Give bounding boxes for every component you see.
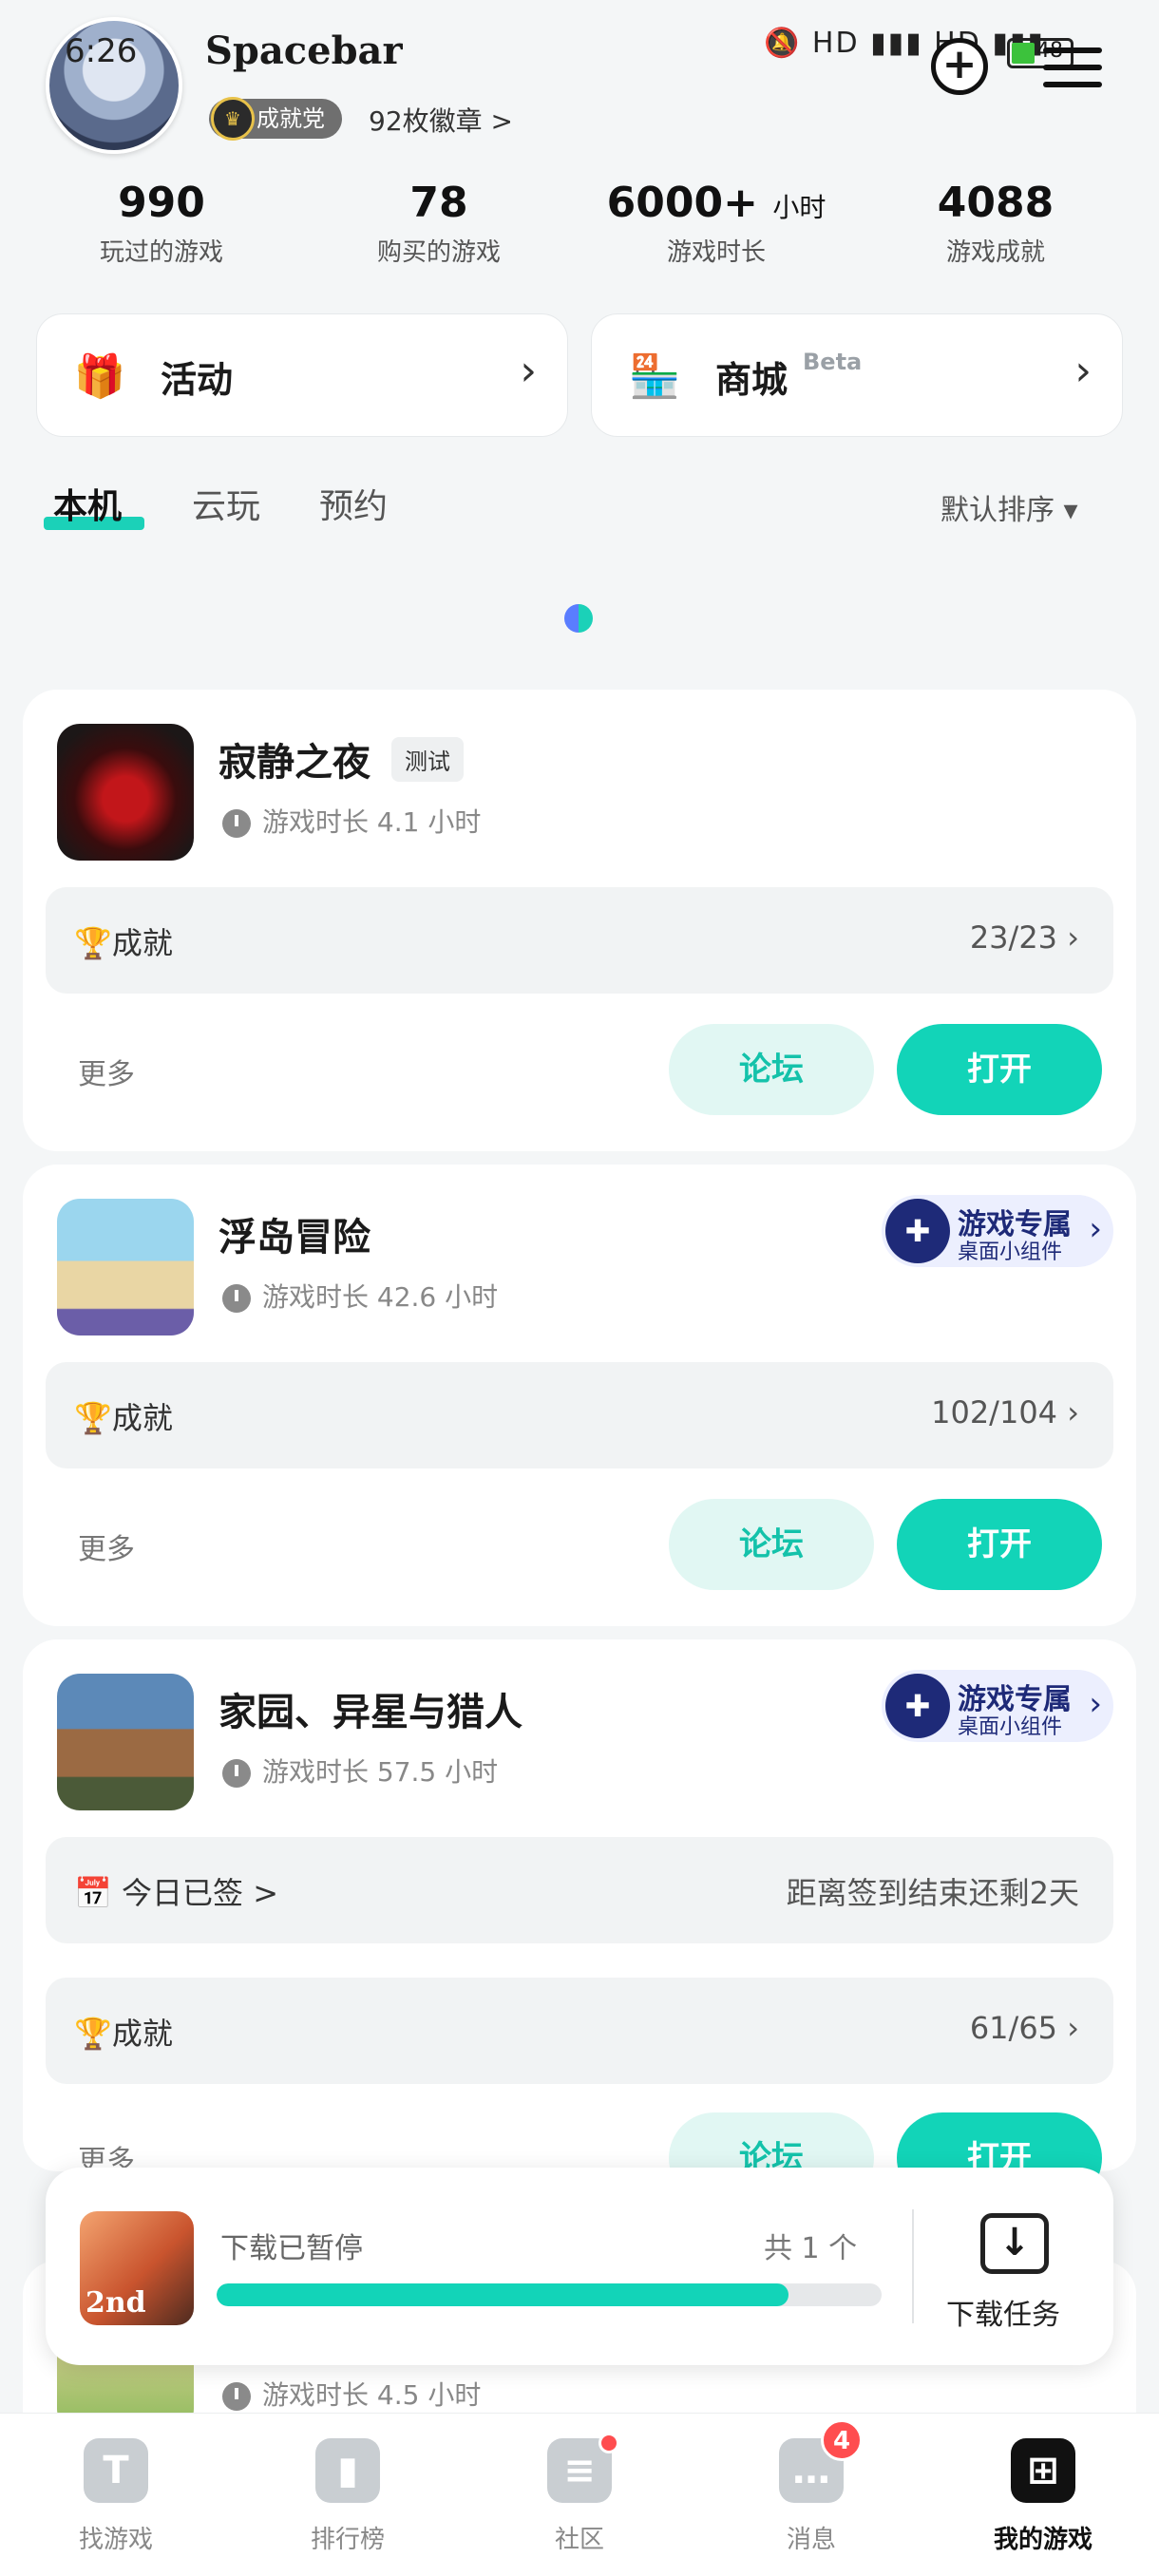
- find-games-icon: T: [84, 2438, 148, 2503]
- store-icon: 🏪: [628, 352, 681, 401]
- achievement-row[interactable]: 🏆成就 23/23 ›: [46, 887, 1113, 994]
- calendar-check-icon: 📅: [74, 1875, 112, 1911]
- nav-messages[interactable]: … 4 消息: [735, 2419, 887, 2555]
- open-button[interactable]: 打开: [897, 1024, 1102, 1115]
- mute-bell-icon: 🔕: [764, 27, 802, 60]
- forum-button[interactable]: 论坛: [669, 1499, 874, 1590]
- store-card[interactable]: 🏪 商城 Beta ›: [591, 313, 1123, 437]
- notification-dot: [598, 2433, 619, 2453]
- activity-label: 活动: [161, 359, 234, 401]
- messages-icon: … 4: [779, 2419, 863, 2503]
- trophy-icon: 🏆: [74, 925, 112, 961]
- achievement-row[interactable]: 🏆成就 61/65 ›: [46, 1978, 1113, 2084]
- chevron-right-icon: ›: [1074, 347, 1092, 395]
- download-count: 共 1 个: [764, 2232, 858, 2265]
- more-link[interactable]: 更多: [78, 1051, 135, 1092]
- menu-icon[interactable]: [1043, 47, 1102, 91]
- tab-cloud[interactable]: 云玩: [192, 479, 260, 528]
- loading-spinner-icon: [564, 604, 593, 633]
- test-tag: 测试: [391, 737, 464, 782]
- chevron-right-icon: ›: [1089, 1685, 1102, 1723]
- download-progress: [217, 2283, 882, 2306]
- timer-icon: [222, 809, 251, 838]
- game-icon[interactable]: [57, 724, 194, 861]
- add-button[interactable]: +: [931, 38, 988, 95]
- game-title[interactable]: 家园、异星与猎人: [218, 1681, 522, 1736]
- widget-tag[interactable]: ✚ 游戏专属 桌面小组件 ›: [882, 1670, 1113, 1742]
- sort-dropdown[interactable]: 默认排序 ▾: [940, 486, 1078, 528]
- rankings-icon: ▮: [315, 2438, 380, 2503]
- game-title[interactable]: 寂静之夜: [218, 731, 370, 786]
- game-card: 浮岛冒险 ✚ 游戏专属 桌面小组件 › 游戏时长 42.6 小时 🏆成就 102…: [23, 1165, 1136, 1626]
- trophy-icon: 🏆: [74, 2016, 112, 2052]
- message-count-badge: 4: [821, 2419, 863, 2461]
- stat-purchased[interactable]: 78 购买的游戏: [315, 179, 562, 268]
- download-game-icon: 2nd: [80, 2211, 194, 2325]
- playtime: 游戏时长 4.1 小时: [222, 802, 481, 840]
- nav-find-games[interactable]: T 找游戏: [40, 2438, 192, 2555]
- stat-achievements[interactable]: 4088 游戏成就: [872, 179, 1119, 268]
- gamepad-icon: ✚: [885, 1674, 950, 1738]
- download-icon[interactable]: ↓: [980, 2213, 1049, 2274]
- playtime: 游戏时长 42.6 小时: [222, 1277, 498, 1315]
- title-badge-label: 成就党: [256, 105, 325, 132]
- open-button[interactable]: 打开: [897, 1499, 1102, 1590]
- nav-my-games[interactable]: ⊞ 我的游戏: [967, 2438, 1119, 2555]
- badges-link[interactable]: 92枚徽章 >: [369, 101, 513, 139]
- playtime: 游戏时长 4.5 小时: [222, 2375, 481, 2413]
- game-icon[interactable]: [57, 1674, 194, 1810]
- gamepad-icon: ⊞: [1011, 2438, 1075, 2503]
- more-link[interactable]: 更多: [78, 1525, 135, 1567]
- community-icon: ≡: [547, 2433, 619, 2503]
- trophy-icon: 🏆: [74, 1400, 112, 1436]
- tab-local[interactable]: 本机: [53, 479, 122, 528]
- chevron-right-icon: ›: [1089, 1210, 1102, 1248]
- timer-icon: [222, 1284, 251, 1313]
- download-bar[interactable]: 2nd 下载已暂停 共 1 个 ↓ 下载任务: [46, 2168, 1113, 2365]
- download-status: 下载已暂停: [220, 2232, 363, 2265]
- tab-reserve[interactable]: 预约: [319, 479, 388, 528]
- medal-icon: ♛: [211, 97, 255, 141]
- checkin-row[interactable]: 📅 今日已签 > 距离签到结束还剩2天: [46, 1837, 1113, 1943]
- widget-tag[interactable]: ✚ 游戏专属 桌面小组件 ›: [882, 1195, 1113, 1267]
- timer-icon: [222, 1759, 251, 1788]
- playtime: 游戏时长 57.5 小时: [222, 1752, 498, 1790]
- nav-rankings[interactable]: ▮ 排行榜: [272, 2438, 424, 2555]
- game-icon[interactable]: [57, 1199, 194, 1335]
- game-card: 寂静之夜 测试 游戏时长 4.1 小时 🏆成就 23/23 › 更多 论坛 打开: [23, 690, 1136, 1151]
- title-badge[interactable]: ♛ 成就党: [209, 97, 342, 141]
- bottom-nav: T 找游戏 ▮ 排行榜 ≡ 社区 … 4 消息 ⊞ 我的游戏: [0, 2413, 1159, 2576]
- forum-button[interactable]: 论坛: [669, 1024, 874, 1115]
- game-card: 家园、异星与猎人 ✚ 游戏专属 桌面小组件 › 游戏时长 57.5 小时 📅 今…: [23, 1639, 1136, 2204]
- activity-card[interactable]: 🎁 活动 ›: [36, 313, 568, 437]
- gift-icon: 🎁: [73, 352, 126, 401]
- achievement-row[interactable]: 🏆成就 102/104 ›: [46, 1362, 1113, 1468]
- stat-played[interactable]: 990 玩过的游戏: [38, 179, 285, 268]
- nav-community[interactable]: ≡ 社区: [504, 2433, 656, 2555]
- timer-icon: [222, 2382, 251, 2411]
- download-tasks-button[interactable]: 下载任务: [946, 2291, 1060, 2333]
- status-icons: 🔕 HD ▮▮▮ HD ▮▮▮: [764, 27, 1045, 60]
- beta-tag: Beta: [803, 349, 863, 375]
- game-title[interactable]: 浮岛冒险: [218, 1206, 370, 1261]
- chevron-right-icon: ›: [520, 347, 537, 395]
- status-time: 6:26: [65, 32, 138, 70]
- store-label: 商城: [715, 359, 788, 401]
- stat-playtime[interactable]: 6000+ 小时 游戏时长: [593, 179, 840, 268]
- gamepad-icon: ✚: [885, 1199, 950, 1263]
- username[interactable]: Spacebar: [205, 28, 403, 73]
